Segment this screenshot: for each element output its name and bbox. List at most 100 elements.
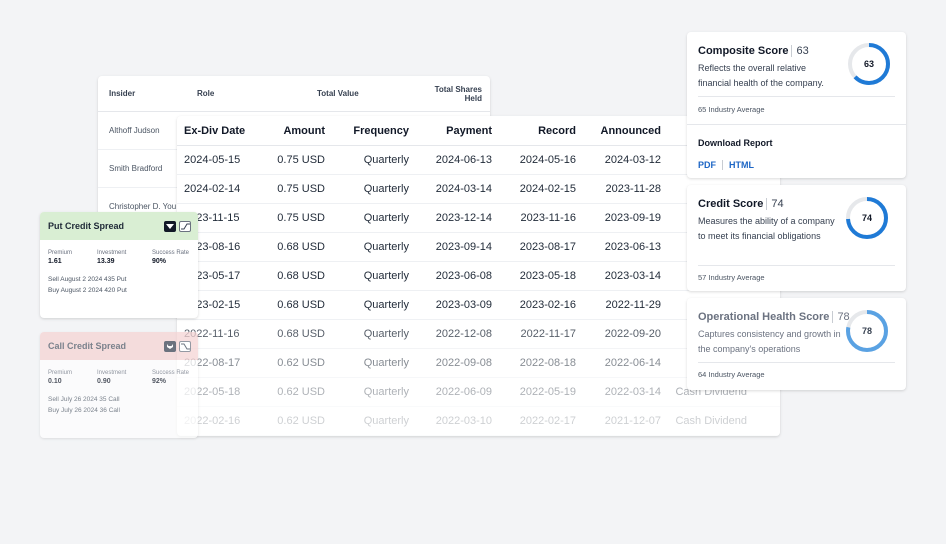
credit-score-desc: Measures the ability of a company to mee… bbox=[698, 216, 835, 241]
download-pdf-link[interactable]: PDF bbox=[698, 160, 716, 170]
announced-date: 2023-11-28 bbox=[605, 183, 661, 195]
announced-date: 2023-09-19 bbox=[604, 212, 661, 224]
ex-div-date: 2024-05-15 bbox=[184, 154, 241, 166]
success-rate-value: 90% bbox=[152, 258, 167, 265]
frequency: Quarterly bbox=[363, 212, 409, 224]
announced-date: 2024-03-12 bbox=[604, 154, 661, 166]
announced-date: 2021-12-07 bbox=[604, 415, 661, 427]
record-date: 2022-05-19 bbox=[519, 386, 576, 398]
record-date: 2023-08-17 bbox=[519, 241, 576, 253]
frequency: Quarterly bbox=[363, 386, 409, 398]
insider-name: Christopher D. You bbox=[109, 202, 177, 211]
credit-score-title: Credit Score 74 bbox=[698, 198, 784, 210]
buy-leg: Buy July 26 2024 36 Call bbox=[48, 407, 120, 414]
col-frequency[interactable]: Frequency bbox=[325, 125, 409, 137]
ex-div-date: 2024-02-14 bbox=[184, 183, 241, 195]
operational-health-score-card: Operational Health Score 78 Captures cons… bbox=[687, 298, 906, 390]
payment-date: 2023-03-09 bbox=[435, 299, 492, 311]
record-date: 2022-11-17 bbox=[520, 328, 576, 340]
investment-value: 13.39 bbox=[97, 258, 115, 265]
col-record[interactable]: Record bbox=[492, 125, 576, 137]
payment-date: 2023-06-08 bbox=[435, 270, 492, 282]
call-spread-legs: Sell July 26 2024 35 Call Buy July 26 20… bbox=[40, 385, 198, 416]
col-total-shares[interactable]: Total Shares Held bbox=[416, 85, 482, 103]
payment-date: 2022-03-10 bbox=[435, 415, 492, 427]
frequency: Quarterly bbox=[363, 299, 409, 311]
payment-date: 2022-06-09 bbox=[435, 386, 492, 398]
put-spread-header: Put Credit Spread bbox=[40, 212, 198, 240]
record-date: 2023-05-18 bbox=[519, 270, 576, 282]
download-links: PDF HTML bbox=[698, 160, 754, 170]
credit-industry-average: 57 Industry Average bbox=[698, 273, 765, 282]
amount: 0.75 USD bbox=[277, 183, 325, 195]
operational-industry-average: 64 Industry Average bbox=[698, 370, 765, 379]
composite-score-card: Composite Score 63 Reflects the overall r… bbox=[687, 32, 906, 178]
col-insider[interactable]: Insider bbox=[98, 89, 197, 98]
composite-score-desc: Reflects the overall relative financial … bbox=[698, 63, 824, 88]
announced-date: 2023-03-14 bbox=[604, 270, 661, 282]
call-credit-spread-card[interactable]: Call Credit Spread Premium 0.10 Investmen… bbox=[40, 332, 198, 438]
record-date: 2024-05-16 bbox=[519, 154, 576, 166]
credit-score-ring-label: 74 bbox=[861, 213, 872, 223]
frequency: Quarterly bbox=[363, 270, 409, 282]
record-date: 2023-02-16 bbox=[519, 299, 576, 311]
table-row[interactable]: 2022-02-16 0.62 USD Quarterly 2022-03-10 202… bbox=[177, 407, 780, 436]
payoff-chart-icon[interactable] bbox=[179, 220, 191, 232]
investment-value: 0.90 bbox=[97, 378, 111, 385]
sell-leg: Sell August 2 2024 435 Put bbox=[48, 276, 127, 283]
credit-score-card: Credit Score 74 Measures the ability of a… bbox=[687, 185, 906, 291]
bull-icon[interactable] bbox=[164, 340, 176, 352]
composite-score-number: 63 bbox=[791, 45, 809, 57]
bear-icon[interactable] bbox=[164, 220, 176, 232]
amount: 0.62 USD bbox=[277, 357, 325, 369]
payment-date: 2023-12-14 bbox=[435, 212, 492, 224]
composite-score-ring-label: 63 bbox=[863, 59, 874, 69]
operational-score-desc: Captures consistency and growth in the c… bbox=[698, 329, 841, 354]
col-role[interactable]: Role bbox=[197, 89, 317, 98]
amount: 0.68 USD bbox=[277, 270, 325, 282]
premium-value: 1.61 bbox=[48, 258, 62, 265]
premium-value: 0.10 bbox=[48, 378, 62, 385]
frequency: Quarterly bbox=[363, 154, 409, 166]
col-total-value[interactable]: Total Value bbox=[317, 89, 416, 98]
announced-date: 2022-09-20 bbox=[604, 328, 661, 340]
put-spread-legs: Sell August 2 2024 435 Put Buy August 2 … bbox=[40, 265, 198, 296]
success-rate-label: Success Rate bbox=[152, 250, 190, 256]
frequency: Quarterly bbox=[363, 328, 409, 340]
announced-date: 2022-11-29 bbox=[605, 299, 661, 311]
col-amount[interactable]: Amount bbox=[269, 125, 325, 137]
buy-leg: Buy August 2 2024 420 Put bbox=[48, 287, 127, 294]
sell-leg: Sell July 26 2024 35 Call bbox=[48, 396, 120, 403]
amount: 0.68 USD bbox=[277, 241, 325, 253]
download-report-title: Download Report bbox=[698, 138, 773, 148]
col-announced[interactable]: Announced bbox=[576, 125, 662, 137]
payment-date: 2023-09-14 bbox=[435, 241, 492, 253]
payment-date: 2024-06-13 bbox=[435, 154, 492, 166]
amount: 0.75 USD bbox=[277, 154, 325, 166]
col-payment[interactable]: Payment bbox=[409, 125, 492, 137]
credit-score-number: 74 bbox=[766, 198, 784, 210]
frequency: Quarterly bbox=[363, 183, 409, 195]
call-spread-stats: Premium 0.10 Investment 0.90 Success Rate 9… bbox=[40, 360, 198, 385]
frequency: Quarterly bbox=[363, 357, 409, 369]
frequency: Quarterly bbox=[363, 241, 409, 253]
put-spread-stats: Premium 1.61 Investment 13.39 Success Rate… bbox=[40, 240, 198, 265]
operational-score-ring-label: 78 bbox=[861, 326, 872, 336]
payoff-chart-icon[interactable] bbox=[179, 340, 191, 352]
payment-date: 2022-09-08 bbox=[435, 357, 492, 369]
record-date: 2022-08-18 bbox=[519, 357, 576, 369]
call-spread-title: Call Credit Spread bbox=[48, 341, 127, 351]
premium-label: Premium bbox=[48, 250, 73, 256]
announced-date: 2022-03-14 bbox=[604, 386, 661, 398]
payment-date: 2022-12-08 bbox=[435, 328, 492, 340]
amount: 0.68 USD bbox=[277, 328, 325, 340]
amount: 0.62 USD bbox=[277, 415, 325, 427]
frequency: Quarterly bbox=[363, 415, 409, 427]
composite-industry-average: 65 Industry Average bbox=[698, 105, 765, 114]
col-ex-div-date[interactable]: Ex-Div Date bbox=[177, 125, 269, 137]
download-html-link[interactable]: HTML bbox=[729, 160, 754, 170]
record-date: 2022-02-17 bbox=[519, 415, 576, 427]
amount: 0.75 USD bbox=[277, 212, 325, 224]
put-credit-spread-card[interactable]: Put Credit Spread Premium 1.61 Investment… bbox=[40, 212, 198, 318]
investment-label: Investment bbox=[97, 370, 127, 376]
